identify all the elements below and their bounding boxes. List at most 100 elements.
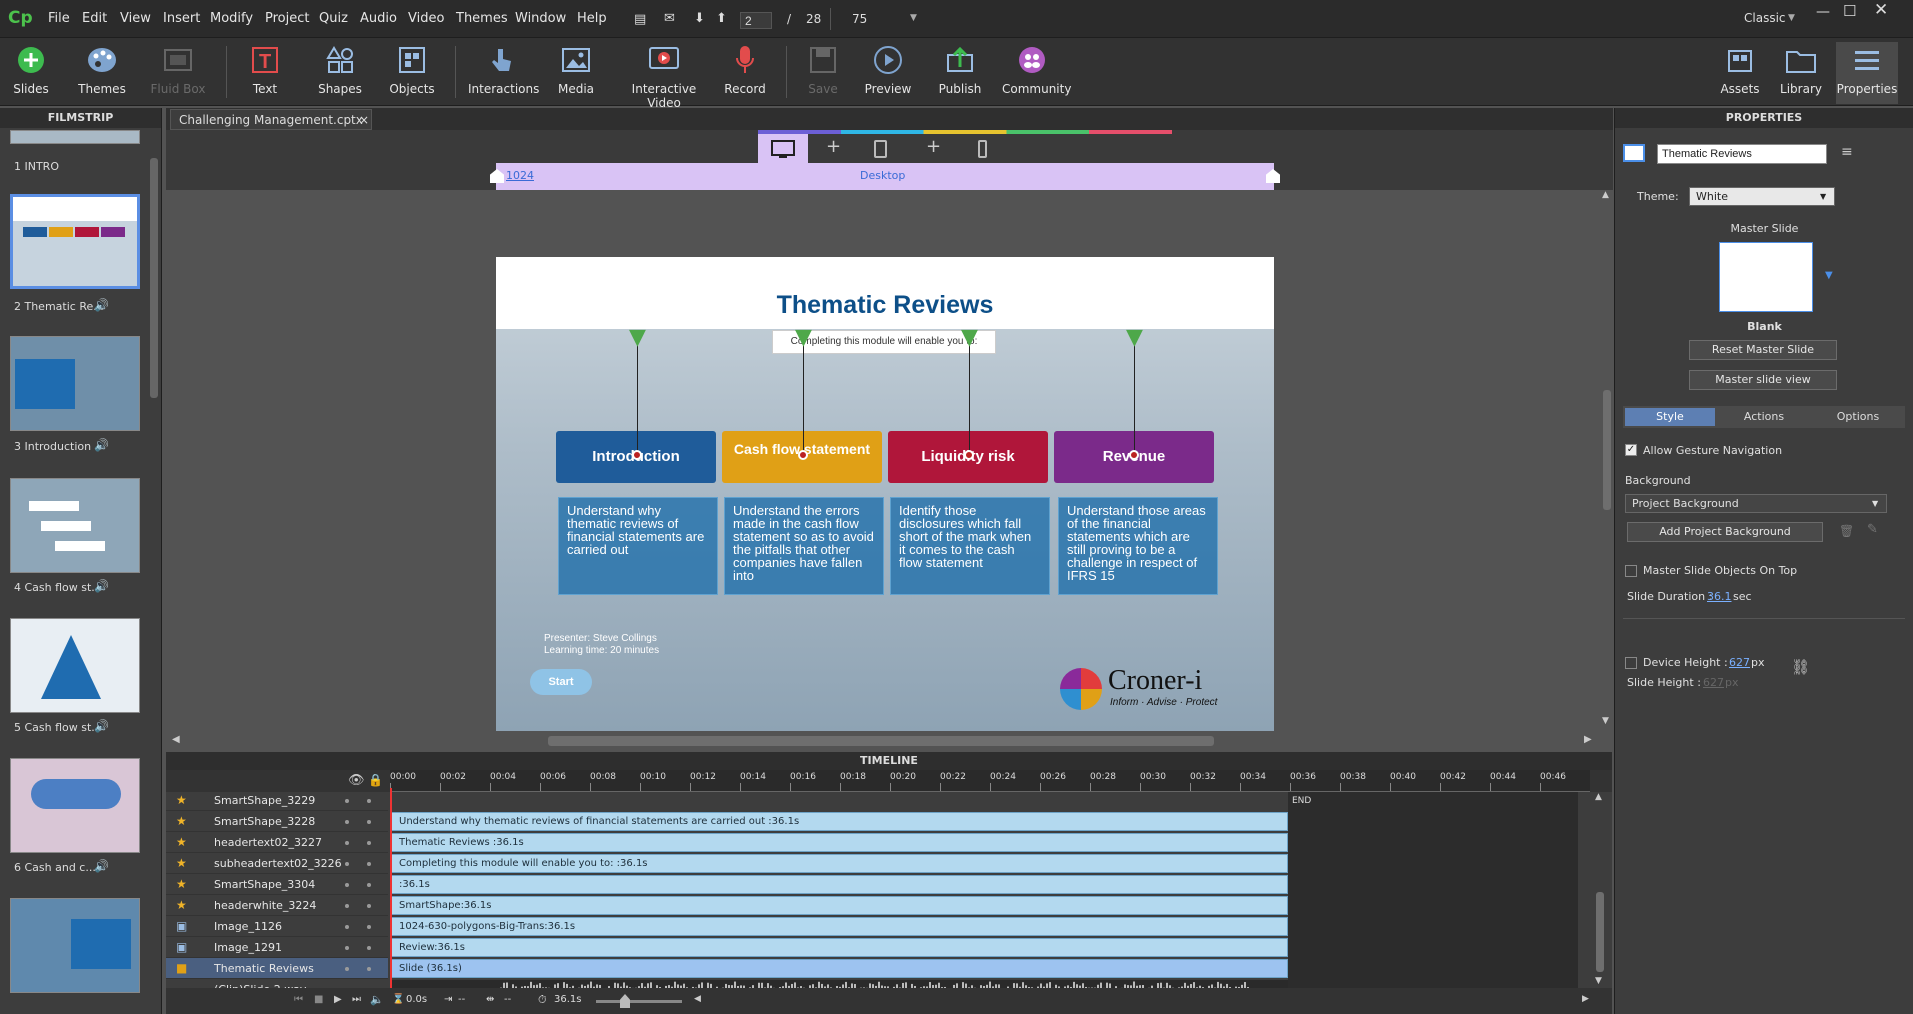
motion-start-arrow-icon[interactable]: ▼ xyxy=(1126,325,1143,350)
motion-start-arrow-icon[interactable]: ▼ xyxy=(961,325,978,350)
media-button[interactable]: Media xyxy=(550,42,602,96)
link-icon[interactable]: ⛓ xyxy=(1791,658,1810,676)
timeline-vertical-scrollbar[interactable]: ▲ ▼ xyxy=(1594,792,1606,988)
first-frame-icon[interactable]: ⏮ xyxy=(294,994,303,1005)
menu-view[interactable]: View xyxy=(120,11,151,26)
card-body-cash-flow[interactable]: Understand the errors made in the cash f… xyxy=(724,497,884,595)
timeline-layer-row[interactable]: ★ SmartShape_3304 xyxy=(166,874,388,895)
timeline-track-bar[interactable]: Understand why thematic reviews of finan… xyxy=(390,812,1288,831)
device-height-value[interactable]: 627 xyxy=(1729,656,1750,669)
arrow-down-icon[interactable]: ⬇ xyxy=(694,11,705,26)
slide-label-2[interactable]: 2 Thematic Re... xyxy=(14,300,104,313)
lock-toggle[interactable] xyxy=(367,841,371,845)
interactions-button[interactable]: Interactions xyxy=(468,42,539,96)
desktop-breakpoint-button[interactable] xyxy=(758,134,808,163)
slide-thumb-2[interactable] xyxy=(10,194,140,289)
visibility-toggle[interactable] xyxy=(345,799,349,803)
menu-themes[interactable]: Themes xyxy=(456,11,508,26)
background-select[interactable]: Project Background ▼ xyxy=(1625,494,1887,513)
panel-menu-icon[interactable]: ≡ xyxy=(1841,144,1853,160)
scroll-up-icon[interactable]: ▲ xyxy=(1595,792,1602,802)
themes-button[interactable]: Themes xyxy=(76,42,128,96)
scroll-thumb[interactable] xyxy=(548,736,1214,746)
fluid-box-button[interactable]: Fluid Box xyxy=(150,42,206,96)
add-breakpoint-icon[interactable]: + xyxy=(826,136,841,157)
menu-project[interactable]: Project xyxy=(265,11,309,26)
breakpoint-bar[interactable]: 1024 Desktop xyxy=(490,163,1280,190)
scroll-thumb[interactable] xyxy=(1596,892,1604,972)
reset-master-slide-button[interactable]: Reset Master Slide xyxy=(1689,340,1837,360)
start-button[interactable]: Start xyxy=(530,669,592,695)
page-number-input[interactable] xyxy=(740,12,772,29)
motion-end-point[interactable] xyxy=(632,450,642,460)
trash-icon[interactable]: 🗑 xyxy=(1839,524,1854,538)
workspace-select[interactable]: Classic xyxy=(1744,11,1786,25)
zoom-dropdown-icon[interactable]: ▼ xyxy=(910,13,917,23)
timeline-layer-row[interactable]: ★ SmartShape_3229 xyxy=(166,790,388,811)
save-button[interactable]: Save xyxy=(803,42,843,96)
minimize-icon[interactable]: — xyxy=(1816,4,1830,20)
timeline-layer-row[interactable]: ▣ Image_1126 xyxy=(166,916,388,937)
master-slide-thumbnail[interactable] xyxy=(1719,242,1813,312)
learning-time-text[interactable]: Learning time: 20 minutes xyxy=(544,645,659,656)
tab-options[interactable]: Options xyxy=(1813,408,1903,426)
mobile-icon[interactable] xyxy=(978,140,987,158)
playhead[interactable] xyxy=(390,788,392,988)
scroll-down-icon[interactable]: ▼ xyxy=(1602,716,1609,726)
master-dropdown-icon[interactable]: ▼ xyxy=(1825,270,1833,281)
object-name-input[interactable] xyxy=(1657,144,1827,164)
visibility-toggle[interactable] xyxy=(345,904,349,908)
timeline-track-bar[interactable]: Thematic Reviews :36.1s xyxy=(390,833,1288,852)
visibility-toggle[interactable] xyxy=(345,946,349,950)
menu-file[interactable]: File xyxy=(48,11,70,26)
motion-start-arrow-icon[interactable]: ▼ xyxy=(629,325,646,350)
lock-icon[interactable]: 🔒 xyxy=(368,773,383,787)
slide-thumb-3[interactable] xyxy=(10,336,140,431)
record-button[interactable]: Record xyxy=(724,42,766,96)
slide-label-1[interactable]: 1 INTRO xyxy=(14,160,59,173)
slide-label-3[interactable]: 3 Introduction xyxy=(14,440,91,453)
zoom-slider-handle[interactable] xyxy=(620,994,630,1008)
scroll-left-icon[interactable]: ◀ xyxy=(694,994,701,1004)
device-height-checkbox[interactable] xyxy=(1625,657,1637,669)
shapes-button[interactable]: Shapes xyxy=(315,42,365,96)
lock-toggle[interactable] xyxy=(367,904,371,908)
scroll-left-icon[interactable]: ◀ xyxy=(172,734,180,745)
audio-icon[interactable]: 🔈 xyxy=(370,993,384,1006)
timeline-layer-row[interactable]: ■ Thematic Reviews xyxy=(166,958,388,979)
timeline-track-bar[interactable]: SmartShape:36.1s xyxy=(390,896,1288,915)
menu-quiz[interactable]: Quiz xyxy=(319,11,348,26)
scroll-up-icon[interactable]: ▲ xyxy=(1602,190,1609,200)
scroll-thumb[interactable] xyxy=(1603,390,1611,510)
motion-start-arrow-icon[interactable]: ▼ xyxy=(795,325,812,350)
text-button[interactable]: T Text xyxy=(243,42,287,96)
menu-modify[interactable]: Modify xyxy=(210,11,253,26)
scroll-right-icon[interactable]: ▶ xyxy=(1584,734,1592,745)
master-slide-view-button[interactable]: Master slide view xyxy=(1689,370,1837,390)
scroll-right-icon[interactable]: ▶ xyxy=(1582,994,1589,1004)
zoom-slider[interactable] xyxy=(596,1000,682,1003)
menu-window[interactable]: Window xyxy=(515,11,566,26)
menu-video[interactable]: Video xyxy=(408,11,444,26)
timeline-layer-row[interactable]: ★ subheadertext02_3226 xyxy=(166,853,388,874)
tablet-icon[interactable] xyxy=(874,140,887,158)
document-tab[interactable]: Challenging Management.cptx × xyxy=(170,109,372,130)
add-project-background-button[interactable]: Add Project Background xyxy=(1627,522,1823,542)
master-on-top-checkbox[interactable] xyxy=(1625,565,1637,577)
community-button[interactable]: Community xyxy=(1002,42,1071,96)
slide-label-6[interactable]: 6 Cash and c... xyxy=(14,861,96,874)
timeline-layer-row[interactable]: ★ headerwhite_3224 xyxy=(166,895,388,916)
visibility-toggle[interactable] xyxy=(345,862,349,866)
library-button[interactable]: Library xyxy=(1778,42,1824,96)
chevron-down-icon[interactable]: ▼ xyxy=(1788,13,1795,23)
motion-end-point[interactable] xyxy=(798,450,808,460)
slide-thumb-1[interactable] xyxy=(10,130,140,144)
visibility-toggle[interactable] xyxy=(345,820,349,824)
play-icon[interactable]: ▶ xyxy=(334,994,342,1005)
arrow-up-icon[interactable]: ⬆ xyxy=(716,11,727,26)
slides-button[interactable]: Slides xyxy=(8,42,54,96)
filmstrip-scrollbar[interactable] xyxy=(150,158,158,398)
timeline-layer-row[interactable]: ★ headertext02_3227 xyxy=(166,832,388,853)
maximize-icon[interactable]: ☐ xyxy=(1843,2,1856,20)
vertical-scrollbar[interactable]: ▲ ▼ xyxy=(1601,190,1613,730)
